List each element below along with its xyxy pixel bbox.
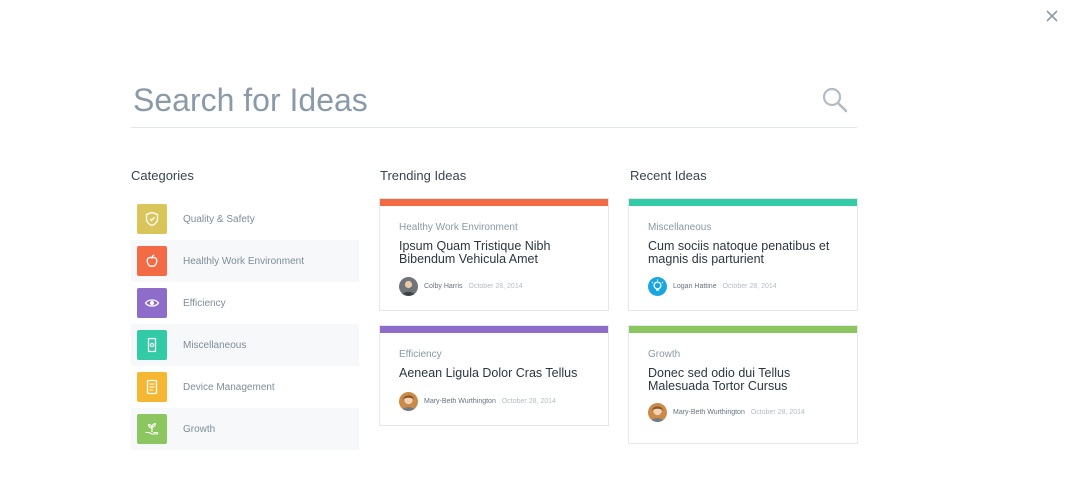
avatar bbox=[648, 403, 667, 422]
avatar bbox=[399, 392, 418, 411]
post-date: October 28, 2014 bbox=[722, 283, 777, 290]
plant-hand-icon bbox=[137, 414, 167, 444]
idea-card[interactable]: Healthy Work Environment Ipsum Quam Tris… bbox=[379, 198, 609, 311]
card-color-bar bbox=[380, 326, 608, 333]
card-color-bar bbox=[629, 326, 857, 333]
category-label: Growth bbox=[183, 423, 216, 435]
category-item-efficiency[interactable]: Efficiency bbox=[131, 282, 359, 324]
category-item-device-management[interactable]: Device Management bbox=[131, 366, 359, 408]
close-icon bbox=[1046, 10, 1058, 22]
card-meta: Mary-Beth Wurthington October 28, 2014 bbox=[399, 392, 556, 411]
category-label: Efficiency bbox=[183, 297, 226, 309]
author-name: Logan Hattine bbox=[673, 283, 717, 290]
device-icon bbox=[137, 372, 167, 402]
card-color-bar bbox=[629, 199, 857, 206]
category-label: Miscellaneous bbox=[183, 339, 247, 351]
category-label: Quality & Safety bbox=[183, 213, 255, 225]
avatar bbox=[648, 277, 667, 296]
search-input[interactable] bbox=[131, 76, 811, 124]
card-title: Cum sociis natoque penatibus et magnis d… bbox=[648, 239, 830, 266]
author-name: Mary-Beth Wurthington bbox=[424, 398, 496, 405]
post-date: October 28, 2014 bbox=[750, 409, 805, 416]
search-bar bbox=[131, 76, 857, 128]
phone-icon bbox=[137, 330, 167, 360]
idea-card[interactable]: Efficiency Aenean Ligula Dolor Cras Tell… bbox=[379, 325, 609, 426]
trending-ideas-heading: Trending Ideas bbox=[380, 168, 467, 183]
category-label: Healthly Work Environment bbox=[183, 255, 304, 267]
category-label: Device Management bbox=[183, 381, 275, 393]
search-icon[interactable] bbox=[821, 86, 849, 114]
post-date: October 28, 2014 bbox=[468, 283, 523, 290]
card-meta: Mary-Beth Wurthington October 28, 2014 bbox=[648, 403, 805, 422]
card-category: Miscellaneous bbox=[648, 222, 712, 233]
card-category: Growth bbox=[648, 349, 681, 360]
shield-icon bbox=[137, 204, 167, 234]
card-title: Ipsum Quam Tristique Nibh Bibendum Vehic… bbox=[399, 239, 551, 266]
card-category: Healthy Work Environment bbox=[399, 222, 518, 233]
eye-icon bbox=[137, 288, 167, 318]
category-item-miscellaneous[interactable]: Miscellaneous bbox=[131, 324, 359, 366]
category-item-growth[interactable]: Growth bbox=[131, 408, 359, 450]
idea-card[interactable]: Miscellaneous Cum sociis natoque penatib… bbox=[628, 198, 858, 311]
card-title: Aenean Ligula Dolor Cras Tellus bbox=[399, 366, 578, 380]
close-button[interactable] bbox=[1042, 6, 1062, 26]
card-meta: Colby Harris October 28, 2014 bbox=[399, 277, 523, 296]
apple-icon bbox=[137, 246, 167, 276]
card-color-bar bbox=[380, 199, 608, 206]
avatar bbox=[399, 277, 418, 296]
card-title: Donec sed odio dui Tellus Malesuada Tort… bbox=[648, 366, 791, 393]
idea-card[interactable]: Growth Donec sed odio dui Tellus Malesua… bbox=[628, 325, 858, 444]
card-category: Efficiency bbox=[399, 349, 442, 360]
author-name: Mary-Beth Wurthington bbox=[673, 409, 745, 416]
category-item-quality-safety[interactable]: Quality & Safety bbox=[131, 198, 359, 240]
category-list: Quality & Safety Healthly Work Environme… bbox=[131, 198, 359, 450]
categories-heading: Categories bbox=[131, 168, 194, 183]
post-date: October 28, 2014 bbox=[501, 398, 556, 405]
author-name: Colby Harris bbox=[424, 283, 463, 290]
recent-ideas-heading: Recent Ideas bbox=[630, 168, 707, 183]
category-item-healthly-work-environment[interactable]: Healthly Work Environment bbox=[131, 240, 359, 282]
card-meta: Logan Hattine October 28, 2014 bbox=[648, 277, 777, 296]
